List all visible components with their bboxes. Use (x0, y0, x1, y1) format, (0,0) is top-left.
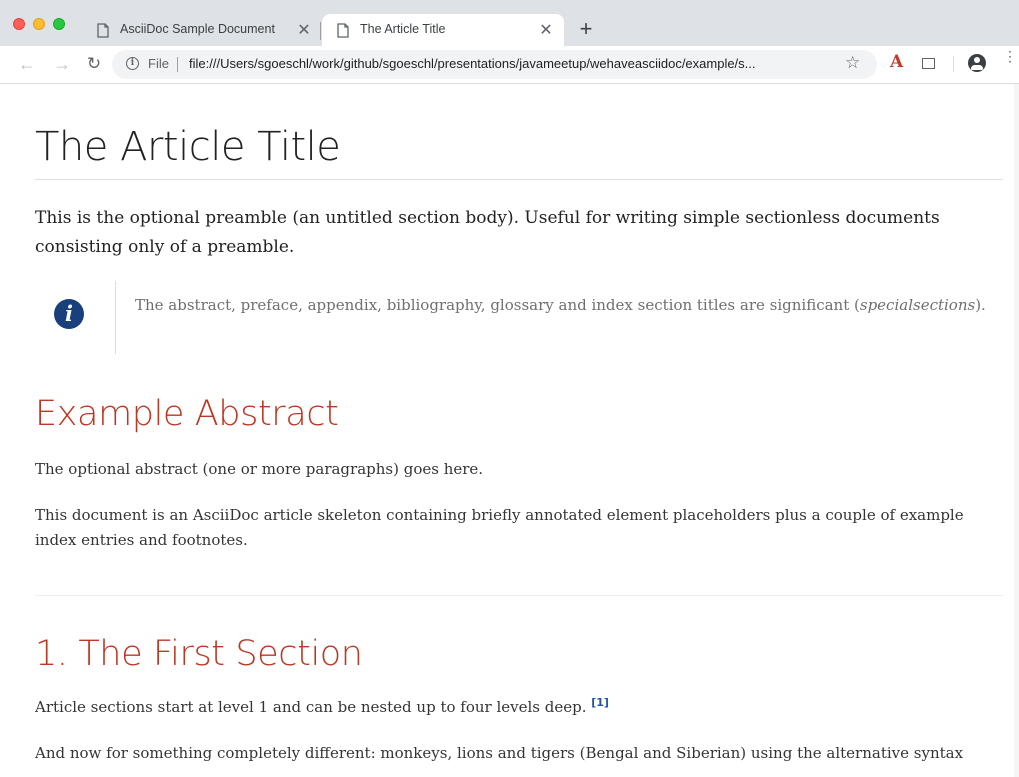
window-minimize-button[interactable] (33, 18, 45, 30)
forward-arrow-icon[interactable]: → (50, 52, 74, 76)
page-icon (337, 23, 349, 38)
abstract-heading: Example Abstract (35, 394, 339, 434)
section-text: Article sections start at level 1 and ca… (35, 698, 587, 716)
window-maximize-button[interactable] (53, 18, 65, 30)
abstract-paragraph: The optional abstract (one or more parag… (35, 460, 484, 478)
reload-icon[interactable]: ↻ (82, 52, 106, 76)
abstract-paragraph: This document is an AsciiDoc article ske… (35, 506, 964, 549)
menu-dots-icon[interactable]: ⋮ (1003, 49, 1017, 63)
section-paragraph: Article sections start at level 1 and ca… (35, 695, 1003, 720)
footnote-link[interactable]: [1] (591, 696, 609, 709)
screen-capture-icon[interactable] (922, 58, 935, 69)
toolbar-divider (953, 56, 954, 72)
section-heading: 1. The First Section (35, 634, 363, 674)
plus-icon[interactable]: + (575, 16, 597, 42)
browser-toolbar: ← → ↻ i File file:///Users/sgoeschl/work… (0, 46, 1019, 84)
tab-asciidoc-sample[interactable]: AsciiDoc Sample Document ✕ (82, 14, 322, 46)
tab-strip: AsciiDoc Sample Document ✕ The Article T… (0, 0, 1019, 46)
tab-article-title[interactable]: The Article Title ✕ (322, 14, 564, 46)
info-icon[interactable]: i (126, 57, 139, 70)
note-text-after: ). (975, 296, 986, 314)
page-title: The Article Title (35, 124, 341, 170)
address-bar[interactable]: i File file:///Users/sgoeschl/work/githu… (112, 50, 877, 79)
section-divider (35, 595, 1003, 596)
close-icon[interactable]: ✕ (537, 20, 555, 40)
star-icon[interactable]: ☆ (845, 53, 860, 73)
tab-label: The Article Title (360, 22, 446, 36)
info-glyph: i (65, 301, 73, 326)
preamble-paragraph: This is the optional preamble (an untitl… (35, 208, 940, 257)
section-paragraph: And now for something completely differe… (35, 744, 964, 762)
note-emphasis: specialsections (859, 296, 976, 314)
note-text-before: The abstract, preface, appendix, bibliog… (135, 296, 860, 314)
scheme-label: File (148, 56, 169, 71)
window-close-button[interactable] (13, 18, 25, 30)
close-icon[interactable]: ✕ (295, 20, 313, 40)
page-icon (97, 23, 109, 38)
profile-icon[interactable] (968, 54, 986, 72)
divider (177, 57, 178, 72)
title-divider (35, 179, 1003, 180)
info-note-icon: i (54, 299, 84, 329)
scrollbar-track[interactable] (1014, 84, 1019, 777)
url-text[interactable]: file:///Users/sgoeschl/work/github/sgoes… (189, 56, 801, 71)
acrobat-extension-icon[interactable]: A (890, 52, 903, 72)
back-arrow-icon[interactable]: ← (15, 52, 39, 76)
admonition-note: The abstract, preface, appendix, bibliog… (135, 293, 995, 318)
admonition-divider (115, 281, 116, 354)
tab-divider (320, 22, 321, 40)
tab-label: AsciiDoc Sample Document (120, 22, 275, 36)
